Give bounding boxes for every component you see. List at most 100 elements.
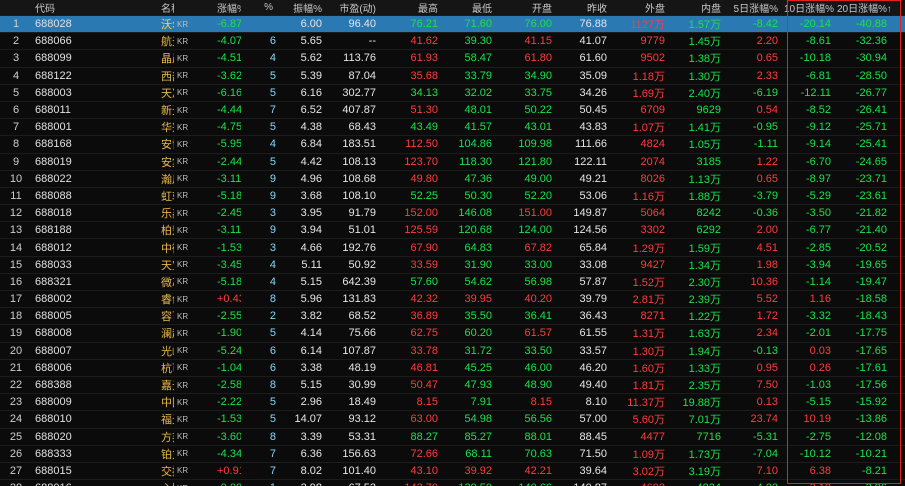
table-row[interactable]: 19688008澜起科技KR-1.90%54.1475.6662.7560.20… <box>0 324 905 343</box>
high-price: 72.66 <box>379 444 441 463</box>
outer-volume: 6709 <box>610 100 668 119</box>
low-price: 39.95 <box>441 289 495 308</box>
open-price: 76.00 <box>495 14 555 33</box>
stock-name: 睿创微纳 <box>158 289 174 308</box>
row-spacer <box>890 118 905 136</box>
row-index: 16 <box>0 272 32 291</box>
table-row[interactable]: 6688011新光光电KR-4.44%76.52407.8751.3048.01… <box>0 100 905 119</box>
stock-name: 澜起科技 <box>158 324 174 343</box>
table-row[interactable]: 26688333铂力特KR-4.34%76.36156.6372.6668.11… <box>0 444 905 463</box>
table-row[interactable]: 22688388嘉元科技KR-2.58%85.1530.9950.4747.93… <box>0 375 905 394</box>
table-row[interactable]: 13688188柏楚电子KR-3.11%93.9451.01125.59120.… <box>0 221 905 239</box>
header-20day[interactable]: 20日涨幅%↑ <box>834 0 890 16</box>
change-10day: -3.50 <box>781 204 834 222</box>
high-price: 43.49 <box>379 118 441 136</box>
change-pct: -1.04% <box>214 358 241 377</box>
header-open[interactable]: 开盘 <box>495 0 555 16</box>
stock-name: 中国通号 <box>158 393 174 411</box>
low-price: 33.79 <box>441 66 495 85</box>
table-row[interactable]: 20688007光峰科技KR-5.24%66.14107.8733.7831.7… <box>0 341 905 360</box>
outer-volume: 1.18万 <box>610 66 668 85</box>
header-pct-extra[interactable]: % <box>241 0 276 16</box>
low-price: 50.30 <box>441 186 495 205</box>
table-row[interactable]: 3688099晶晨股份KR-4.51%45.62113.7661.9358.47… <box>0 49 905 68</box>
stock-code: 688003 <box>32 83 158 102</box>
header-high[interactable]: 最高 <box>379 0 441 16</box>
change-10day: -10.18 <box>781 49 834 68</box>
table-row[interactable]: 10688022瀚川智能KR-3.11%94.96108.6849.8047.3… <box>0 169 905 188</box>
change-5day: 2.20 <box>724 32 781 50</box>
table-row[interactable]: 27688015交控科技KR+0.91%78.02101.4043.1039.9… <box>0 461 905 480</box>
high-price: 123.70 <box>379 152 441 171</box>
row-spacer <box>890 358 905 377</box>
table-row[interactable]: 12688018乐鑫科技KR-2.45%33.9591.79152.00146.… <box>0 204 905 222</box>
header-prev-close[interactable]: 昨收 <box>555 0 610 16</box>
header-inner-volume[interactable]: 内盘 <box>668 0 724 16</box>
table-row[interactable]: 16688321微芯生物KR-5.18%45.15642.3957.6054.6… <box>0 272 905 291</box>
table-row[interactable]: 24688010福光股份KR-1.53%514.0793.1263.0054.9… <box>0 410 905 428</box>
prev-close: 41.07 <box>555 32 610 50</box>
high-price: 42.32 <box>379 289 441 308</box>
outer-volume: 4477 <box>610 427 668 446</box>
open-price: 40.20 <box>495 289 555 308</box>
table-row[interactable]: 17688002睿创微纳KR+0.43%85.96131.8342.3239.9… <box>0 289 905 308</box>
change-fragment: 8 <box>241 427 276 446</box>
table-row[interactable]: 2688066航天宏图KR-4.07%65.65--41.6239.3041.1… <box>0 32 905 50</box>
open-price: 121.80 <box>495 152 555 171</box>
table-row[interactable]: 15688033天宜上佳KR-3.45%45.1150.9233.5931.90… <box>0 255 905 274</box>
table-row[interactable]: 9688019安集科技KR-2.44%54.42108.13123.70118.… <box>0 152 905 171</box>
pe-ratio: 156.63 <box>325 444 379 463</box>
table-row[interactable]: 25688020方邦股份KR-3.60%83.3953.3188.2785.27… <box>0 427 905 446</box>
header-pe[interactable]: 市盈(动) <box>325 0 379 16</box>
change-fragment: 7 <box>241 100 276 119</box>
open-price: 33.50 <box>495 341 555 360</box>
table-row[interactable]: 5688003天准科技KR-6.16%56.16302.7734.1332.02… <box>0 83 905 102</box>
stock-code: 688028 <box>32 14 158 33</box>
change-20day: -21.40 <box>834 221 890 239</box>
row-index: 22 <box>0 375 32 394</box>
prev-close: 39.79 <box>555 289 610 308</box>
change-10day: -20.14 <box>781 14 834 33</box>
stock-code: 688011 <box>32 100 158 119</box>
table-row[interactable]: 8688168安博通KR-5.95%46.84183.51112.50104.8… <box>0 135 905 153</box>
low-price: 47.36 <box>441 169 495 188</box>
amplitude: 4.66 <box>276 238 325 257</box>
change-20day: -24.65 <box>834 152 890 171</box>
change-5day: 1.98 <box>724 255 781 274</box>
stock-code: 688168 <box>32 135 158 153</box>
header-name[interactable]: 名称 <box>158 0 174 16</box>
table-row[interactable]: 28688016心脉医疗KR-0.08%12.9867.52143.70139.… <box>0 479 905 486</box>
row-index: 27 <box>0 461 32 480</box>
header-amp[interactable]: 振幅% <box>276 0 325 16</box>
header-5day[interactable]: 5日涨幅% <box>724 0 781 16</box>
table-row[interactable]: 21688006杭可科技KR-1.04%63.3848.1946.8145.25… <box>0 358 905 377</box>
change-10day: -1.03 <box>781 375 834 394</box>
header-low[interactable]: 最低 <box>441 0 495 16</box>
table-row[interactable]: 23688009中国通号KR-2.22%52.9618.498.157.918.… <box>0 393 905 411</box>
change-fragment: 5 <box>241 393 276 411</box>
stock-name: 西部超导 <box>158 66 174 85</box>
change-fragment: 9 <box>241 186 276 205</box>
stock-name: 光峰科技 <box>158 341 174 360</box>
table-row[interactable]: 18688005容百科技KR-2.55%23.8268.5236.8935.50… <box>0 307 905 325</box>
prev-close: 43.83 <box>555 118 610 136</box>
table-row[interactable]: 11688088虹软科技KR-5.18%93.68108.1052.2550.3… <box>0 186 905 205</box>
header-tag <box>174 0 214 16</box>
table-row[interactable]: 1688028沃尔德KR-6.87%6.0096.4076.2171.6076.… <box>0 14 905 33</box>
header-outer-volume[interactable]: 外盘 <box>610 0 668 16</box>
header-10day[interactable]: 10日涨幅% <box>781 0 834 16</box>
table-row[interactable]: 4688122西部超导KR-3.62%55.3987.0435.6833.793… <box>0 66 905 85</box>
change-fragment: 7 <box>241 461 276 480</box>
header-pct[interactable]: 涨幅% <box>214 0 241 16</box>
header-code[interactable]: 代码 <box>32 0 158 16</box>
change-10day: -3.32 <box>781 307 834 325</box>
change-pct: -4.75% <box>214 118 241 136</box>
change-fragment: 2 <box>241 307 276 325</box>
table-row[interactable]: 14688012中微公司KR-1.53%34.66192.7667.9064.8… <box>0 238 905 257</box>
star-market-tag: KR <box>174 255 214 274</box>
change-5day: 0.65 <box>724 49 781 68</box>
pe-ratio: 101.40 <box>325 461 379 480</box>
table-row[interactable]: 7688001华兴源创KR-4.75%54.3868.4343.4941.574… <box>0 118 905 136</box>
change-pct: -4.51% <box>214 49 241 68</box>
stock-code: 688007 <box>32 341 158 360</box>
